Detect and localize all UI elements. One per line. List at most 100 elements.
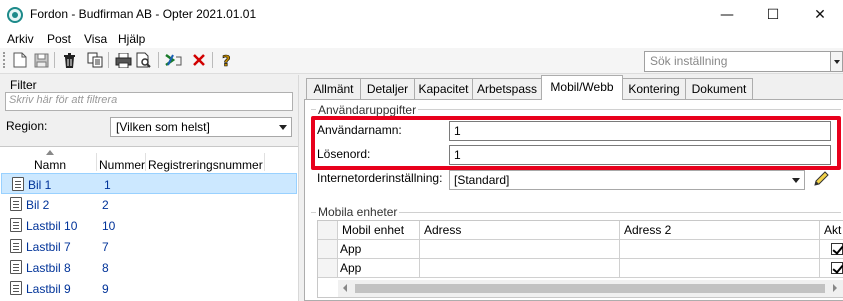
table-row[interactable]: Lastbil 8 8	[0, 257, 298, 278]
address-2-cell[interactable]	[620, 240, 820, 259]
filter-label: Filter	[10, 78, 37, 92]
vehicle-document-icon	[10, 281, 22, 295]
menu-visa[interactable]: Visa	[84, 32, 107, 46]
table-row[interactable]: Lastbil 9 9	[0, 278, 298, 299]
mobile-units-grid: Mobil enhet Adress Adress 2 Akt App App	[317, 220, 843, 298]
table-row[interactable]: Bil 2 2	[0, 194, 298, 215]
chevron-down-icon	[279, 125, 287, 130]
row-header[interactable]	[318, 240, 338, 259]
address-2-cell[interactable]	[620, 259, 820, 278]
tab-mobil-webb[interactable]: Mobil/Webb	[541, 75, 623, 100]
table-row[interactable]: Lastbil 10 10	[0, 215, 298, 236]
row-number: 8	[102, 261, 109, 275]
column-header-registration[interactable]: Registreringsnummer	[148, 158, 263, 172]
vehicle-document-icon	[10, 239, 22, 253]
column-header-mobile-unit[interactable]: Mobil enhet	[338, 221, 420, 240]
horizontal-scrollbar[interactable]	[338, 280, 843, 297]
scroll-left-icon[interactable]	[343, 284, 347, 292]
table-row[interactable]: Bil 1 1	[1, 173, 297, 194]
delete-trash-icon[interactable]	[60, 51, 78, 69]
region-select[interactable]: [Vilken som helst]	[110, 117, 292, 137]
active-cell[interactable]	[820, 259, 843, 278]
active-checkbox[interactable]	[831, 262, 843, 274]
tab-dokument[interactable]: Dokument	[685, 78, 753, 99]
save-icon[interactable]	[32, 51, 50, 69]
toolbar-grip-icon[interactable]	[3, 52, 6, 68]
column-divider[interactable]	[264, 153, 265, 171]
window-title: Fordon - Budfirman AB - Opter 2021.01.01	[30, 7, 257, 21]
column-header-name[interactable]: Namn	[34, 158, 66, 172]
vehicle-document-icon	[10, 197, 22, 211]
chevron-down-icon	[792, 178, 800, 183]
close-button[interactable]: ✕	[797, 0, 843, 30]
row-number: 10	[102, 219, 116, 233]
menu-post[interactable]: Post	[47, 32, 71, 46]
column-header-address[interactable]: Adress	[420, 221, 620, 240]
help-icon[interactable]: ?	[218, 51, 236, 69]
print-icon[interactable]	[114, 51, 132, 69]
toolbar-separator	[108, 52, 109, 68]
export-excel-icon[interactable]	[164, 51, 182, 69]
toolbar-separator	[212, 52, 213, 68]
cancel-x-icon[interactable]	[190, 51, 208, 69]
mobile-unit-cell[interactable]: App	[338, 240, 420, 259]
row-name: Bil 1	[28, 178, 52, 192]
grid-corner	[318, 221, 338, 240]
new-document-icon[interactable]	[11, 51, 29, 69]
menu-bar: Arkiv Post Visa Hjälp	[0, 30, 843, 48]
vehicle-document-icon	[10, 260, 22, 274]
vehicle-list-header: Namn Nummer Registreringsnummer	[0, 147, 298, 173]
column-divider[interactable]	[96, 153, 97, 171]
app-logo-icon	[7, 7, 23, 23]
scroll-right-icon[interactable]	[833, 284, 837, 292]
filter-input[interactable]: Skriv här för att filtrera	[5, 92, 293, 111]
tab-allmant[interactable]: Allmänt	[306, 78, 361, 99]
toolbar-separator	[158, 52, 159, 68]
internet-order-select[interactable]: [Standard]	[449, 170, 805, 190]
vehicle-list-panel: Filter Skriv här för att filtrera Region…	[0, 75, 298, 301]
vehicle-list: Namn Nummer Registreringsnummer Bil 1 1 …	[0, 146, 298, 301]
column-divider[interactable]	[145, 153, 146, 171]
tab-arbetspass[interactable]: Arbetspass	[472, 78, 542, 99]
copy-icon[interactable]	[86, 51, 104, 69]
table-row[interactable]: Lastbil 7 7	[0, 236, 298, 257]
column-header-active[interactable]: Akt	[820, 221, 843, 240]
internet-order-value: [Standard]	[454, 173, 510, 187]
internet-order-label: Internetorderinställning:	[317, 171, 443, 185]
menu-hjalp[interactable]: Hjälp	[118, 32, 145, 46]
maximize-button[interactable]: ☐	[750, 0, 796, 30]
tab-kontering[interactable]: Kontering	[622, 78, 686, 99]
svg-text:?: ?	[222, 52, 231, 68]
search-dropdown-button[interactable]	[830, 51, 843, 72]
row-number: 2	[102, 198, 109, 212]
region-label: Region:	[6, 119, 48, 133]
tab-kapacitet[interactable]: Kapacitet	[414, 78, 473, 99]
menu-arkiv[interactable]: Arkiv	[7, 32, 34, 46]
address-cell[interactable]	[420, 259, 620, 278]
panel-splitter[interactable]	[298, 75, 303, 301]
row-header[interactable]	[318, 259, 338, 278]
address-cell[interactable]	[420, 240, 620, 259]
search-settings-input[interactable]: Sök inställning	[644, 51, 832, 72]
minimize-button[interactable]: —	[704, 0, 750, 30]
row-number: 7	[102, 240, 109, 254]
print-preview-icon[interactable]	[135, 51, 153, 69]
column-header-address-2[interactable]: Adress 2	[620, 221, 820, 240]
pencil-icon	[814, 171, 829, 186]
scrollbar-thumb[interactable]	[355, 284, 825, 293]
edit-internet-order-button[interactable]	[810, 168, 832, 190]
mobile-unit-cell[interactable]: App	[338, 259, 420, 278]
row-number: 9	[102, 282, 109, 296]
row-name: Lastbil 10	[26, 219, 78, 233]
row-name: Lastbil 7	[26, 240, 71, 254]
toolbar-separator	[54, 52, 55, 68]
user-details-legend: Användaruppgifter	[316, 103, 419, 117]
mobil-webb-tab-content: Användaruppgifter Användarnamn: 1 Löseno…	[304, 99, 843, 301]
row-name: Lastbil 9	[26, 282, 71, 296]
active-cell[interactable]	[820, 240, 843, 259]
column-header-number[interactable]: Nummer	[99, 158, 145, 172]
vehicle-document-icon	[12, 177, 24, 191]
active-checkbox[interactable]	[831, 243, 843, 255]
tab-detaljer[interactable]: Detaljer	[360, 78, 415, 99]
vehicle-details-panel: Allmänt Detaljer Kapacitet Arbetspass Mo…	[304, 75, 843, 301]
